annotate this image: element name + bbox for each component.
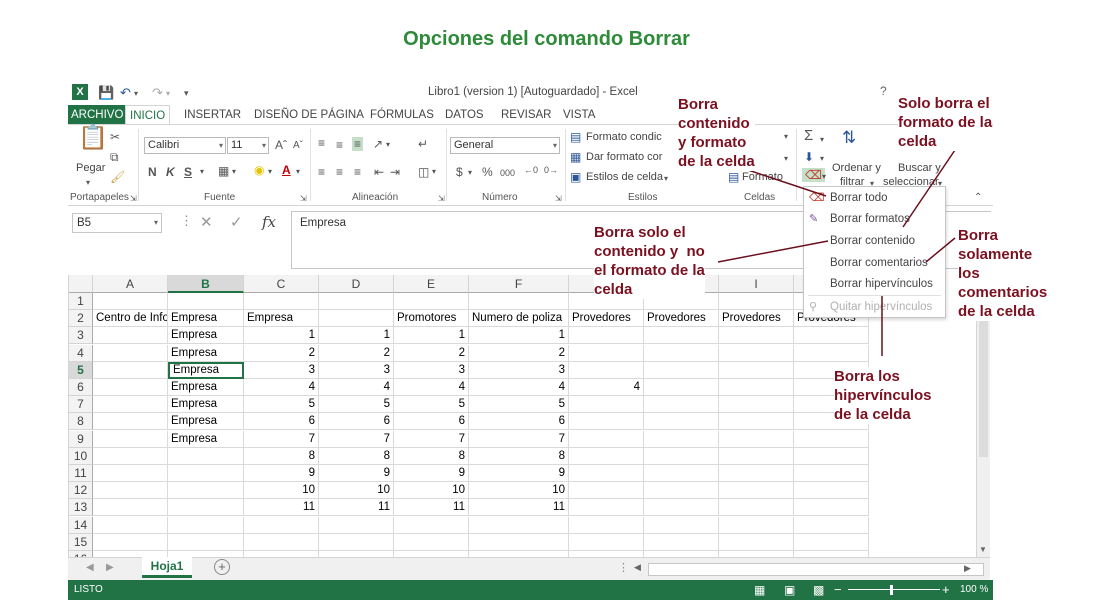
annotation-comentarios: Borra solamente los comentarios de la ce…	[958, 226, 1048, 321]
arrow-comentarios	[925, 237, 956, 263]
annotation-hipervinculos: Borra los hipervínculos de la celda	[834, 367, 932, 424]
annotation-solo-contenido: Borra solo el contenido y no el formato …	[594, 223, 705, 299]
arrow-solo-formato	[902, 149, 956, 228]
annotation-arrows	[717, 149, 956, 356]
arrow-solo-contenido	[717, 240, 829, 263]
arrow-contenido-formato	[747, 169, 827, 197]
annotation-solo-formato: Solo borra el formato de la celda	[898, 94, 993, 151]
annotation-contenido-formato: Borra contenido y formato de la celda	[678, 95, 755, 171]
